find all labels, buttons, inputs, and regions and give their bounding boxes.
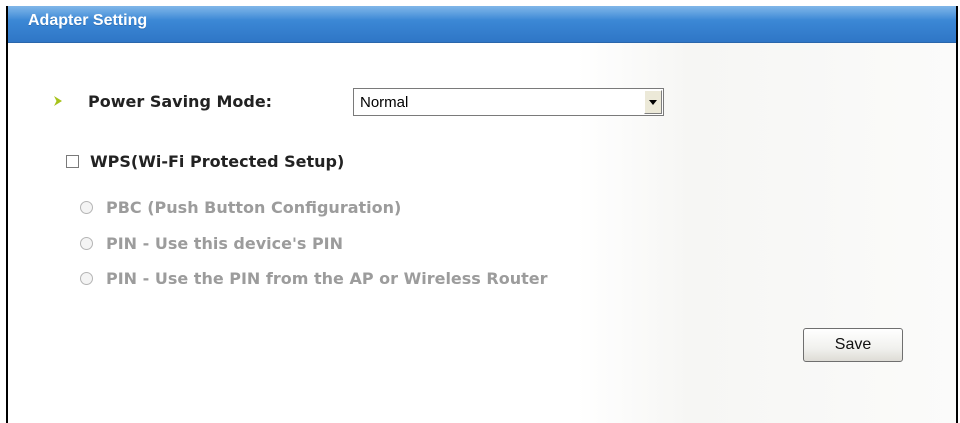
dropdown-button[interactable] <box>644 90 662 114</box>
panel-header: Adapter Setting <box>8 6 956 43</box>
ap-pin-radio[interactable] <box>80 272 93 285</box>
power-saving-mode-label: Power Saving Mode: <box>88 92 273 111</box>
wps-checkbox[interactable] <box>66 155 79 168</box>
panel-title: Adapter Setting <box>28 12 148 29</box>
device-pin-label: PIN - Use this device's PIN <box>106 234 344 253</box>
ap-pin-label: PIN - Use the PIN from the AP or Wireles… <box>106 269 548 288</box>
pbc-radio[interactable] <box>80 201 93 214</box>
power-saving-mode-select[interactable]: Normal <box>353 88 664 116</box>
chevron-down-icon <box>649 100 657 105</box>
power-saving-mode-value: Normal <box>360 94 409 111</box>
device-pin-radio[interactable] <box>80 237 93 250</box>
adapter-setting-panel: Adapter Setting Power Saving Mode: Norma… <box>6 6 958 423</box>
pbc-label: PBC (Push Button Configuration) <box>106 198 402 217</box>
save-button[interactable]: Save <box>803 328 903 362</box>
wps-label: WPS(Wi-Fi Protected Setup) <box>90 152 345 171</box>
arrow-bullet-icon <box>54 96 62 106</box>
